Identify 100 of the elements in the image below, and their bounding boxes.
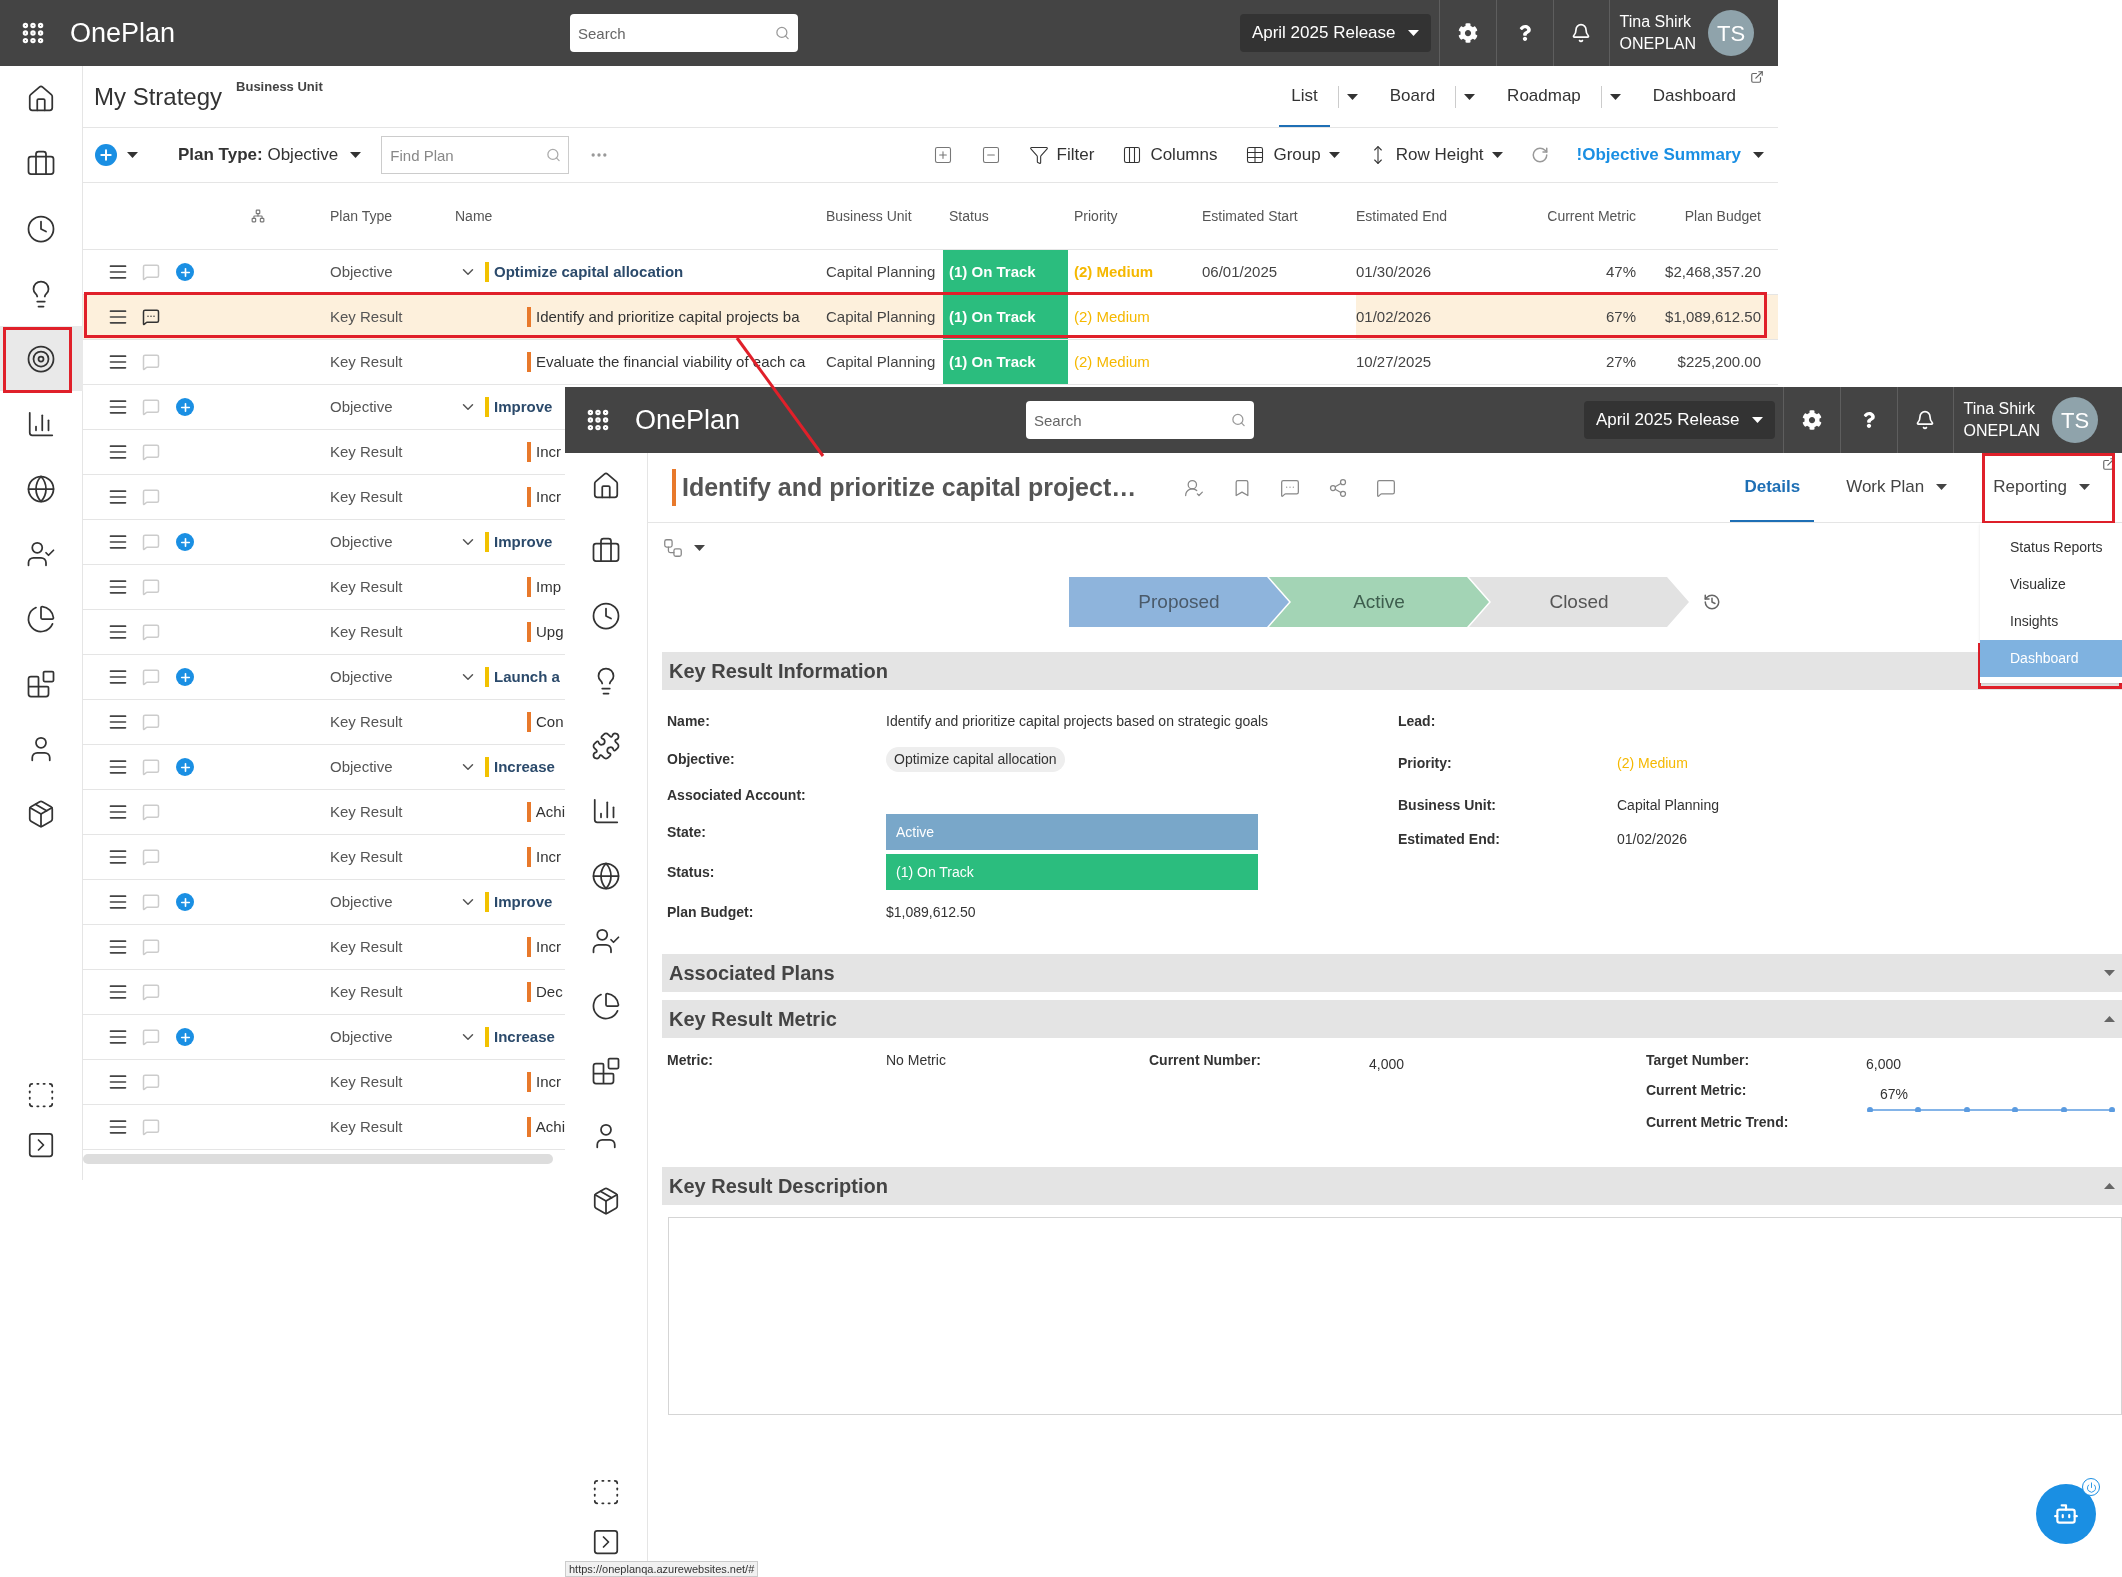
collapse-all-icon[interactable] [980, 145, 1001, 165]
app-launcher-icon[interactable] [20, 20, 46, 46]
caret-icon[interactable] [1936, 483, 1948, 490]
workflow-icon[interactable] [662, 537, 684, 559]
caret-icon[interactable] [1491, 152, 1503, 158]
layout-icon[interactable] [26, 1080, 56, 1110]
layout-icon[interactable] [591, 1477, 621, 1507]
add-child-button[interactable] [176, 758, 194, 776]
notifications-button[interactable] [1896, 387, 1954, 453]
row-menu-icon[interactable] [108, 1117, 128, 1137]
business-unit-label[interactable]: Business Unit [236, 76, 323, 97]
name-cell[interactable]: Improve [485, 892, 553, 912]
target-icon[interactable] [0, 326, 83, 391]
caret-icon[interactable] [1464, 93, 1476, 100]
view-tab[interactable]: List [1279, 66, 1330, 127]
menu-item[interactable]: Status Reports [1980, 529, 2122, 566]
detail-tab[interactable]: Reporting [1979, 453, 2104, 522]
chatbot-button[interactable] [2036, 1484, 2096, 1544]
row-menu-icon[interactable] [108, 442, 128, 462]
row-menu-icon[interactable] [108, 622, 128, 642]
column-header[interactable]: Business Unit [826, 205, 943, 227]
row-menu-icon[interactable] [108, 262, 128, 282]
menu-item[interactable]: Visualize [1980, 566, 2122, 603]
row-menu-icon[interactable] [108, 982, 128, 1002]
comment-icon[interactable] [142, 308, 160, 326]
comments-icon[interactable] [1280, 477, 1301, 498]
caret-icon[interactable] [2079, 483, 2090, 490]
caret-icon[interactable] [1751, 417, 1763, 423]
caret-icon[interactable] [1609, 93, 1621, 100]
column-header[interactable]: Plan Budget [1636, 205, 1761, 227]
section-header[interactable]: Associated Plans [662, 954, 2122, 992]
name-cell[interactable]: Increase [485, 757, 555, 777]
row-menu-icon[interactable] [108, 1072, 128, 1092]
row-height-button[interactable]: Row Height [1367, 142, 1503, 168]
row-menu-icon[interactable] [108, 352, 128, 372]
caret-icon[interactable] [694, 545, 705, 551]
caret-icon[interactable] [1328, 152, 1340, 158]
caret-icon[interactable] [1407, 30, 1419, 36]
caret-icon[interactable] [127, 152, 138, 158]
add-child-button[interactable] [176, 263, 194, 281]
caret-icon[interactable] [350, 152, 362, 158]
table-row[interactable]: Key Result Identify and prioritize capital projects ba Capital Planning (1) On Track (2) Medium 01/02/2026 67% $1,089,612.50 [83, 295, 1778, 340]
history-icon[interactable] [1703, 593, 1721, 611]
columns-button[interactable]: Columns [1122, 142, 1218, 168]
assign-user-icon[interactable] [1184, 477, 1205, 498]
row-menu-icon[interactable] [108, 667, 128, 687]
name-cell[interactable]: Imp [527, 577, 561, 597]
add-child-button[interactable] [176, 398, 194, 416]
add-button[interactable] [95, 144, 117, 166]
find-plan-field[interactable]: Find Plan [381, 136, 570, 174]
section-header[interactable]: Key Result Metric [662, 1000, 2122, 1038]
row-menu-icon[interactable] [108, 712, 128, 732]
name-cell[interactable]: Improve [485, 397, 553, 417]
row-menu-icon[interactable] [108, 307, 128, 327]
row-menu-icon[interactable] [108, 937, 128, 957]
expand-sidebar-icon[interactable] [26, 1130, 56, 1160]
name-cell[interactable]: Improve [485, 532, 553, 552]
caret-icon[interactable] [1753, 152, 1764, 158]
message-icon[interactable] [1376, 477, 1397, 498]
caret-icon[interactable] [1346, 93, 1358, 100]
name-cell[interactable]: Optimize capital allocation [485, 262, 684, 282]
row-menu-icon[interactable] [108, 577, 128, 597]
row-menu-icon[interactable] [108, 847, 128, 867]
column-header[interactable]: Priority [1068, 205, 1196, 227]
app-launcher-icon[interactable] [585, 407, 611, 433]
stage-step[interactable]: Closed [1469, 577, 1689, 627]
detail-tab[interactable]: Work Plan [1832, 453, 1962, 522]
name-cell[interactable]: Incr [527, 937, 561, 957]
add-child-button[interactable] [176, 893, 194, 911]
search-field[interactable]: Search [1026, 401, 1254, 439]
plan-type-dropdown[interactable]: Plan Type: Objective [178, 142, 362, 168]
detail-tab[interactable]: Details [1730, 453, 1815, 522]
refresh-icon[interactable] [1530, 146, 1549, 164]
name-cell[interactable]: Incr [527, 847, 561, 867]
view-tab[interactable]: Dashboard [1640, 66, 1748, 127]
view-tab[interactable]: Roadmap [1495, 66, 1593, 127]
column-header[interactable]: Name [455, 205, 826, 227]
name-cell[interactable]: Incr [527, 1072, 561, 1092]
hierarchy-icon[interactable] [251, 209, 265, 223]
release-dropdown[interactable]: April 2025 Release [1583, 401, 1775, 439]
row-menu-icon[interactable] [108, 892, 128, 912]
group-button[interactable]: Group [1245, 142, 1340, 168]
share-icon[interactable] [1328, 477, 1349, 498]
column-header[interactable]: Estimated End [1356, 205, 1521, 227]
table-row[interactable]: Objective Optimize capital allocation Capital Planning (1) On Track (2) Medium 06/01/2025 01/30/2026 47% $2,468,357.20 [83, 250, 1778, 295]
name-cell[interactable]: Incr [527, 442, 561, 462]
column-header[interactable]: Current Metric [1521, 205, 1636, 227]
pop-out-icon[interactable] [1750, 70, 1764, 84]
horizontal-scrollbar[interactable] [83, 1154, 553, 1164]
expand-all-icon[interactable] [932, 145, 953, 165]
name-cell[interactable]: Launch a [485, 667, 560, 687]
view-tab[interactable]: Board [1377, 66, 1448, 127]
column-header[interactable]: Status [943, 205, 1068, 227]
name-cell[interactable]: Incr [527, 487, 561, 507]
section-header[interactable]: Key Result Description [662, 1167, 2122, 1205]
power-badge-icon[interactable] [2082, 1478, 2100, 1496]
name-cell[interactable]: Identify and prioritize capital projects ba [527, 307, 800, 327]
menu-item[interactable]: Insights [1980, 603, 2122, 640]
search-field[interactable]: Search [570, 14, 798, 52]
expand-sidebar-icon[interactable] [591, 1527, 621, 1557]
